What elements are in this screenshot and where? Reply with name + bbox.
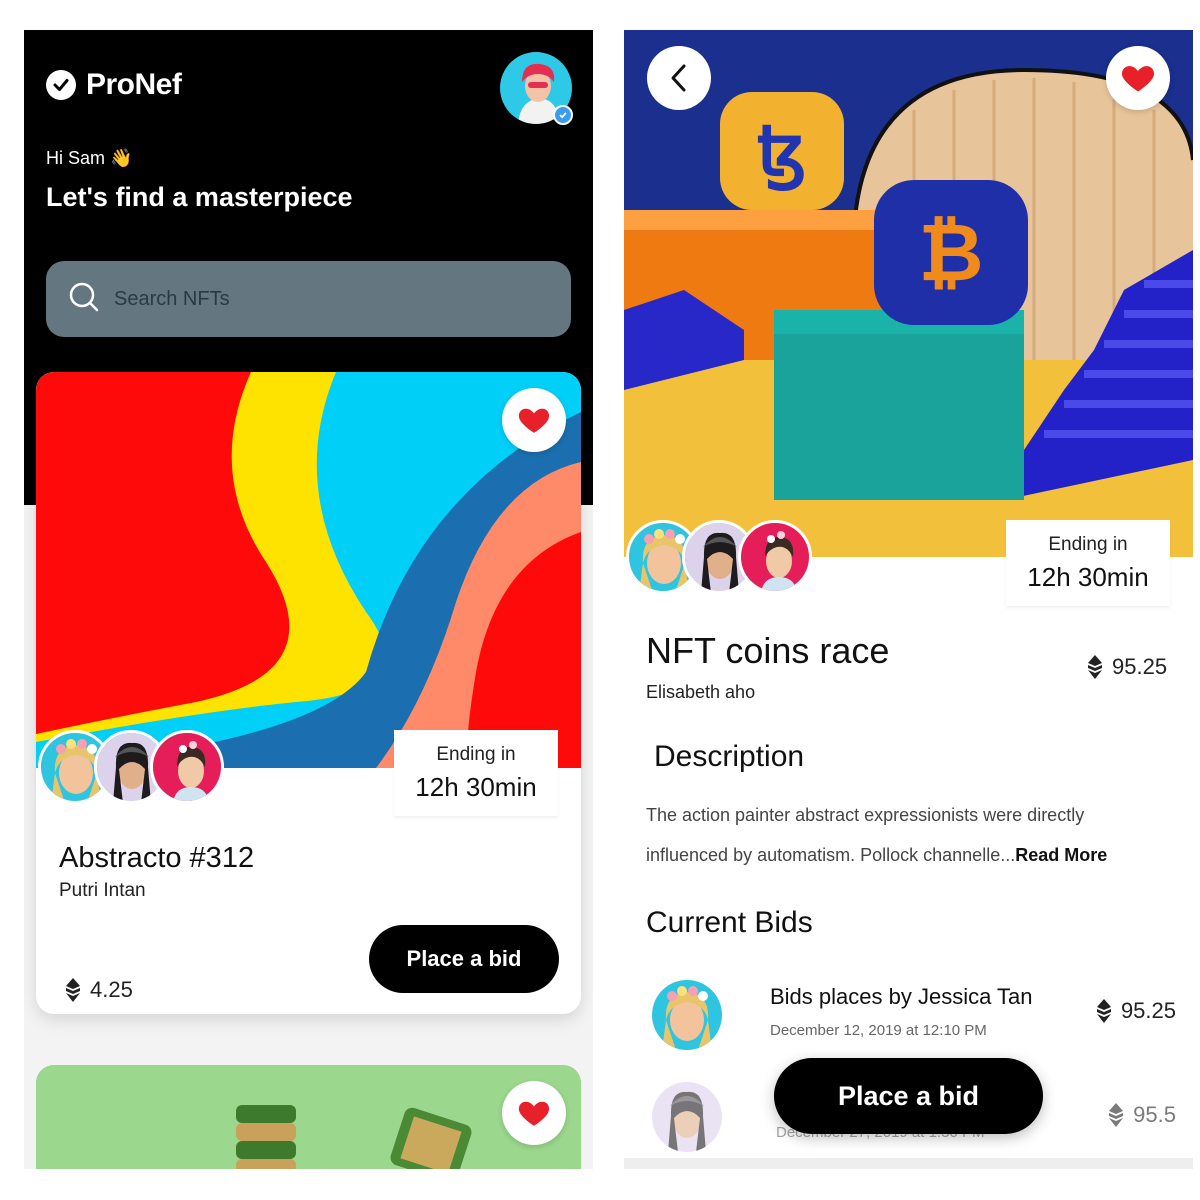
search-placeholder: Search NFTs (114, 287, 230, 310)
ethereum-icon (1097, 999, 1111, 1023)
nft-detail-screen: ꜩ ₿ Ending in 12h 30min NFT coins race E… (624, 30, 1193, 1169)
svg-text:₿: ₿ (918, 208, 983, 297)
search-icon (68, 281, 100, 318)
chevron-left-icon (671, 64, 686, 92)
heart-icon (517, 403, 551, 437)
heart-icon (517, 1096, 551, 1130)
place-bid-button[interactable]: Place a bid (774, 1058, 1043, 1134)
home-screen: ProNef Hi Sam 👋 Let's find a masterpiece… (24, 30, 593, 1169)
nft-card[interactable]: Ending in 12h 30min Abstracto #312 Putri… (36, 372, 581, 1014)
favorite-button[interactable] (502, 1081, 566, 1145)
bid-price: 95.5 (1109, 1102, 1176, 1128)
favorite-button[interactable] (502, 388, 566, 452)
ending-value: 12h 30min (415, 772, 537, 802)
auction-countdown: Ending in 12h 30min (1006, 520, 1170, 606)
description-heading: Description (654, 740, 805, 773)
bidder-avatar (652, 980, 722, 1050)
place-bid-button[interactable]: Place a bid (369, 925, 559, 993)
bid-price: 95.25 (1097, 998, 1176, 1024)
nft-artwork-coins[interactable]: ꜩ ₿ (624, 30, 1193, 557)
nft-price: 4.25 (66, 977, 133, 1003)
favorite-button[interactable] (1106, 46, 1170, 110)
owner-avatar[interactable] (738, 520, 812, 594)
read-more-link[interactable]: Read More (1015, 845, 1107, 865)
owners-avatars (38, 730, 224, 804)
ethereum-icon (1088, 655, 1102, 679)
ending-label: Ending in (1048, 534, 1128, 555)
bid-price-value: 95.5 (1133, 1102, 1176, 1127)
greeting-text: Hi Sam 👋 (46, 148, 133, 168)
nft-card-next[interactable] (36, 1065, 581, 1169)
page-title: Let's find a masterpiece (46, 182, 353, 212)
check-circle-icon (46, 70, 76, 100)
nft-price: 95.25 (1088, 654, 1167, 680)
heart-icon (1120, 60, 1156, 96)
bid-list-item[interactable]: Bids places by Jessica Tan December 12, … (646, 980, 1176, 1060)
bid-date: December 12, 2019 at 12:10 PM (770, 1022, 987, 1039)
nft-title: NFT coins race (646, 630, 890, 671)
auction-countdown: Ending in 12h 30min (394, 730, 558, 816)
ethereum-icon (1109, 1103, 1123, 1127)
nft-artwork-abstract[interactable] (36, 372, 581, 768)
bidder-name: Bids places by Jessica Tan (770, 984, 1033, 1009)
ending-value: 12h 30min (1027, 562, 1149, 592)
nft-artist: Putri Intan (59, 880, 146, 901)
svg-text:ꜩ: ꜩ (757, 112, 807, 191)
current-bids-heading: Current Bids (646, 906, 813, 939)
ending-label: Ending in (436, 744, 516, 765)
verified-badge-icon (553, 105, 573, 125)
brand-name: ProNef (86, 68, 182, 101)
price-value: 95.25 (1112, 654, 1168, 679)
nft-title: Abstracto #312 (59, 842, 255, 874)
description-text: The action painter abstract expressionis… (646, 795, 1166, 875)
owners-avatars (626, 520, 812, 594)
bottom-edge (624, 1158, 1193, 1169)
ethereum-icon (66, 978, 80, 1002)
owner-avatar[interactable] (150, 730, 224, 804)
back-button[interactable] (647, 46, 711, 110)
bidder-avatar (652, 1082, 722, 1152)
search-input[interactable]: Search NFTs (46, 261, 571, 337)
brand-logo[interactable]: ProNef (46, 68, 182, 102)
bid-price-value: 95.25 (1120, 998, 1176, 1023)
nft-artist: Elisabeth aho (646, 682, 756, 702)
price-value: 4.25 (90, 977, 133, 1002)
